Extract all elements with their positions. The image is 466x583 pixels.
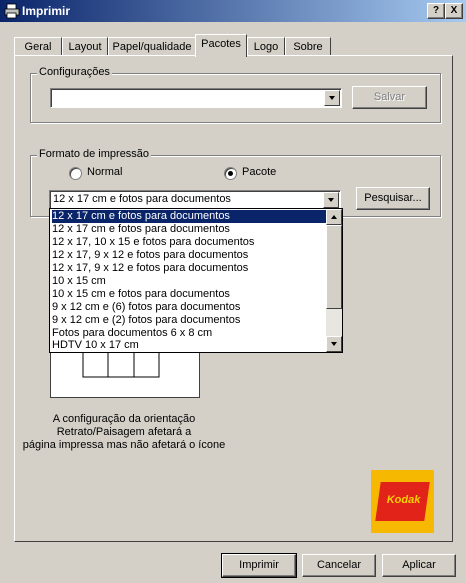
- formato-value: 12 x 17 cm e fotos para documentos: [53, 193, 231, 205]
- orientation-note: A configuração da orientação Retrato/Pai…: [20, 413, 228, 452]
- list-item[interactable]: 10 x 15 cm: [52, 275, 326, 288]
- print-button[interactable]: Imprimir: [221, 553, 297, 578]
- apply-button[interactable]: Aplicar: [382, 554, 456, 577]
- dropdown-arrow[interactable]: [324, 90, 340, 106]
- radio-normal[interactable]: [69, 167, 82, 180]
- chevron-up-icon: [331, 215, 337, 219]
- scroll-up-button[interactable]: [326, 209, 342, 225]
- search-button[interactable]: Pesquisar...: [356, 187, 430, 210]
- radio-normal-label: Normal: [87, 166, 123, 178]
- chevron-down-icon: [331, 342, 337, 346]
- scroll-thumb[interactable]: [326, 225, 342, 309]
- print-dialog: Imprimir ? X Geral Layout Papel/qualidad…: [0, 0, 466, 583]
- scroll-down-button[interactable]: [326, 336, 342, 352]
- tab-pacotes[interactable]: Pacotes: [195, 34, 247, 57]
- printer-icon: [4, 3, 20, 19]
- list-item[interactable]: HDTV 10 x 17 cm: [52, 339, 326, 352]
- help-button[interactable]: ?: [427, 3, 445, 19]
- chevron-down-icon: [329, 96, 335, 100]
- note-line-3: página impressa mas não afetará o ícone: [22, 439, 226, 451]
- tab-papel-qualidade[interactable]: Papel/qualidade: [108, 37, 196, 56]
- tab-logo[interactable]: Logo: [247, 37, 285, 56]
- window-title: Imprimir: [22, 4, 71, 18]
- chevron-down-icon: [328, 198, 334, 202]
- radio-selected-dot: [228, 171, 233, 176]
- tab-layout[interactable]: Layout: [62, 37, 108, 56]
- save-button[interactable]: Salvar: [352, 86, 427, 109]
- list-item[interactable]: 10 x 15 cm e fotos para documentos: [52, 288, 326, 301]
- radio-pacote-label: Pacote: [242, 166, 277, 178]
- list-scrollbar[interactable]: [326, 209, 342, 352]
- list-item[interactable]: 12 x 17, 10 x 15 e fotos para documentos: [52, 236, 326, 249]
- list-item[interactable]: 12 x 17 cm e fotos para documentos: [52, 223, 326, 236]
- title-bar: Imprimir ? X: [0, 0, 466, 22]
- formato-label: Formato de impressão: [37, 148, 152, 160]
- list-item[interactable]: 12 x 17 cm e fotos para documentos: [52, 210, 326, 223]
- kodak-logo-text: Kodak: [386, 494, 421, 506]
- list-item[interactable]: 12 x 17, 9 x 12 e fotos para documentos: [52, 262, 326, 275]
- dropdown-arrow[interactable]: [323, 192, 339, 208]
- radio-pacote[interactable]: [224, 167, 237, 180]
- configuracoes-label: Configurações: [37, 66, 112, 78]
- list-item[interactable]: 9 x 12 cm e (2) fotos para documentos: [52, 314, 326, 327]
- tab-geral[interactable]: Geral: [14, 37, 62, 56]
- tab-sobre[interactable]: Sobre: [285, 37, 331, 56]
- close-button[interactable]: X: [445, 3, 463, 19]
- cancel-button[interactable]: Cancelar: [302, 554, 376, 577]
- kodak-logo: Kodak: [371, 470, 434, 533]
- formato-select[interactable]: 12 x 17 cm e fotos para documentos: [49, 190, 341, 210]
- note-line-2: Retrato/Paisagem afetará a: [56, 426, 192, 438]
- formato-dropdown-list[interactable]: 12 x 17 cm e fotos para documentos 12 x …: [49, 208, 343, 353]
- note-line-1: A configuração da orientação: [52, 413, 196, 425]
- list-item[interactable]: 12 x 17, 9 x 12 e fotos para documentos: [52, 249, 326, 262]
- list-item[interactable]: 9 x 12 cm e (6) fotos para documentos: [52, 301, 326, 314]
- configuracoes-select[interactable]: [50, 88, 342, 108]
